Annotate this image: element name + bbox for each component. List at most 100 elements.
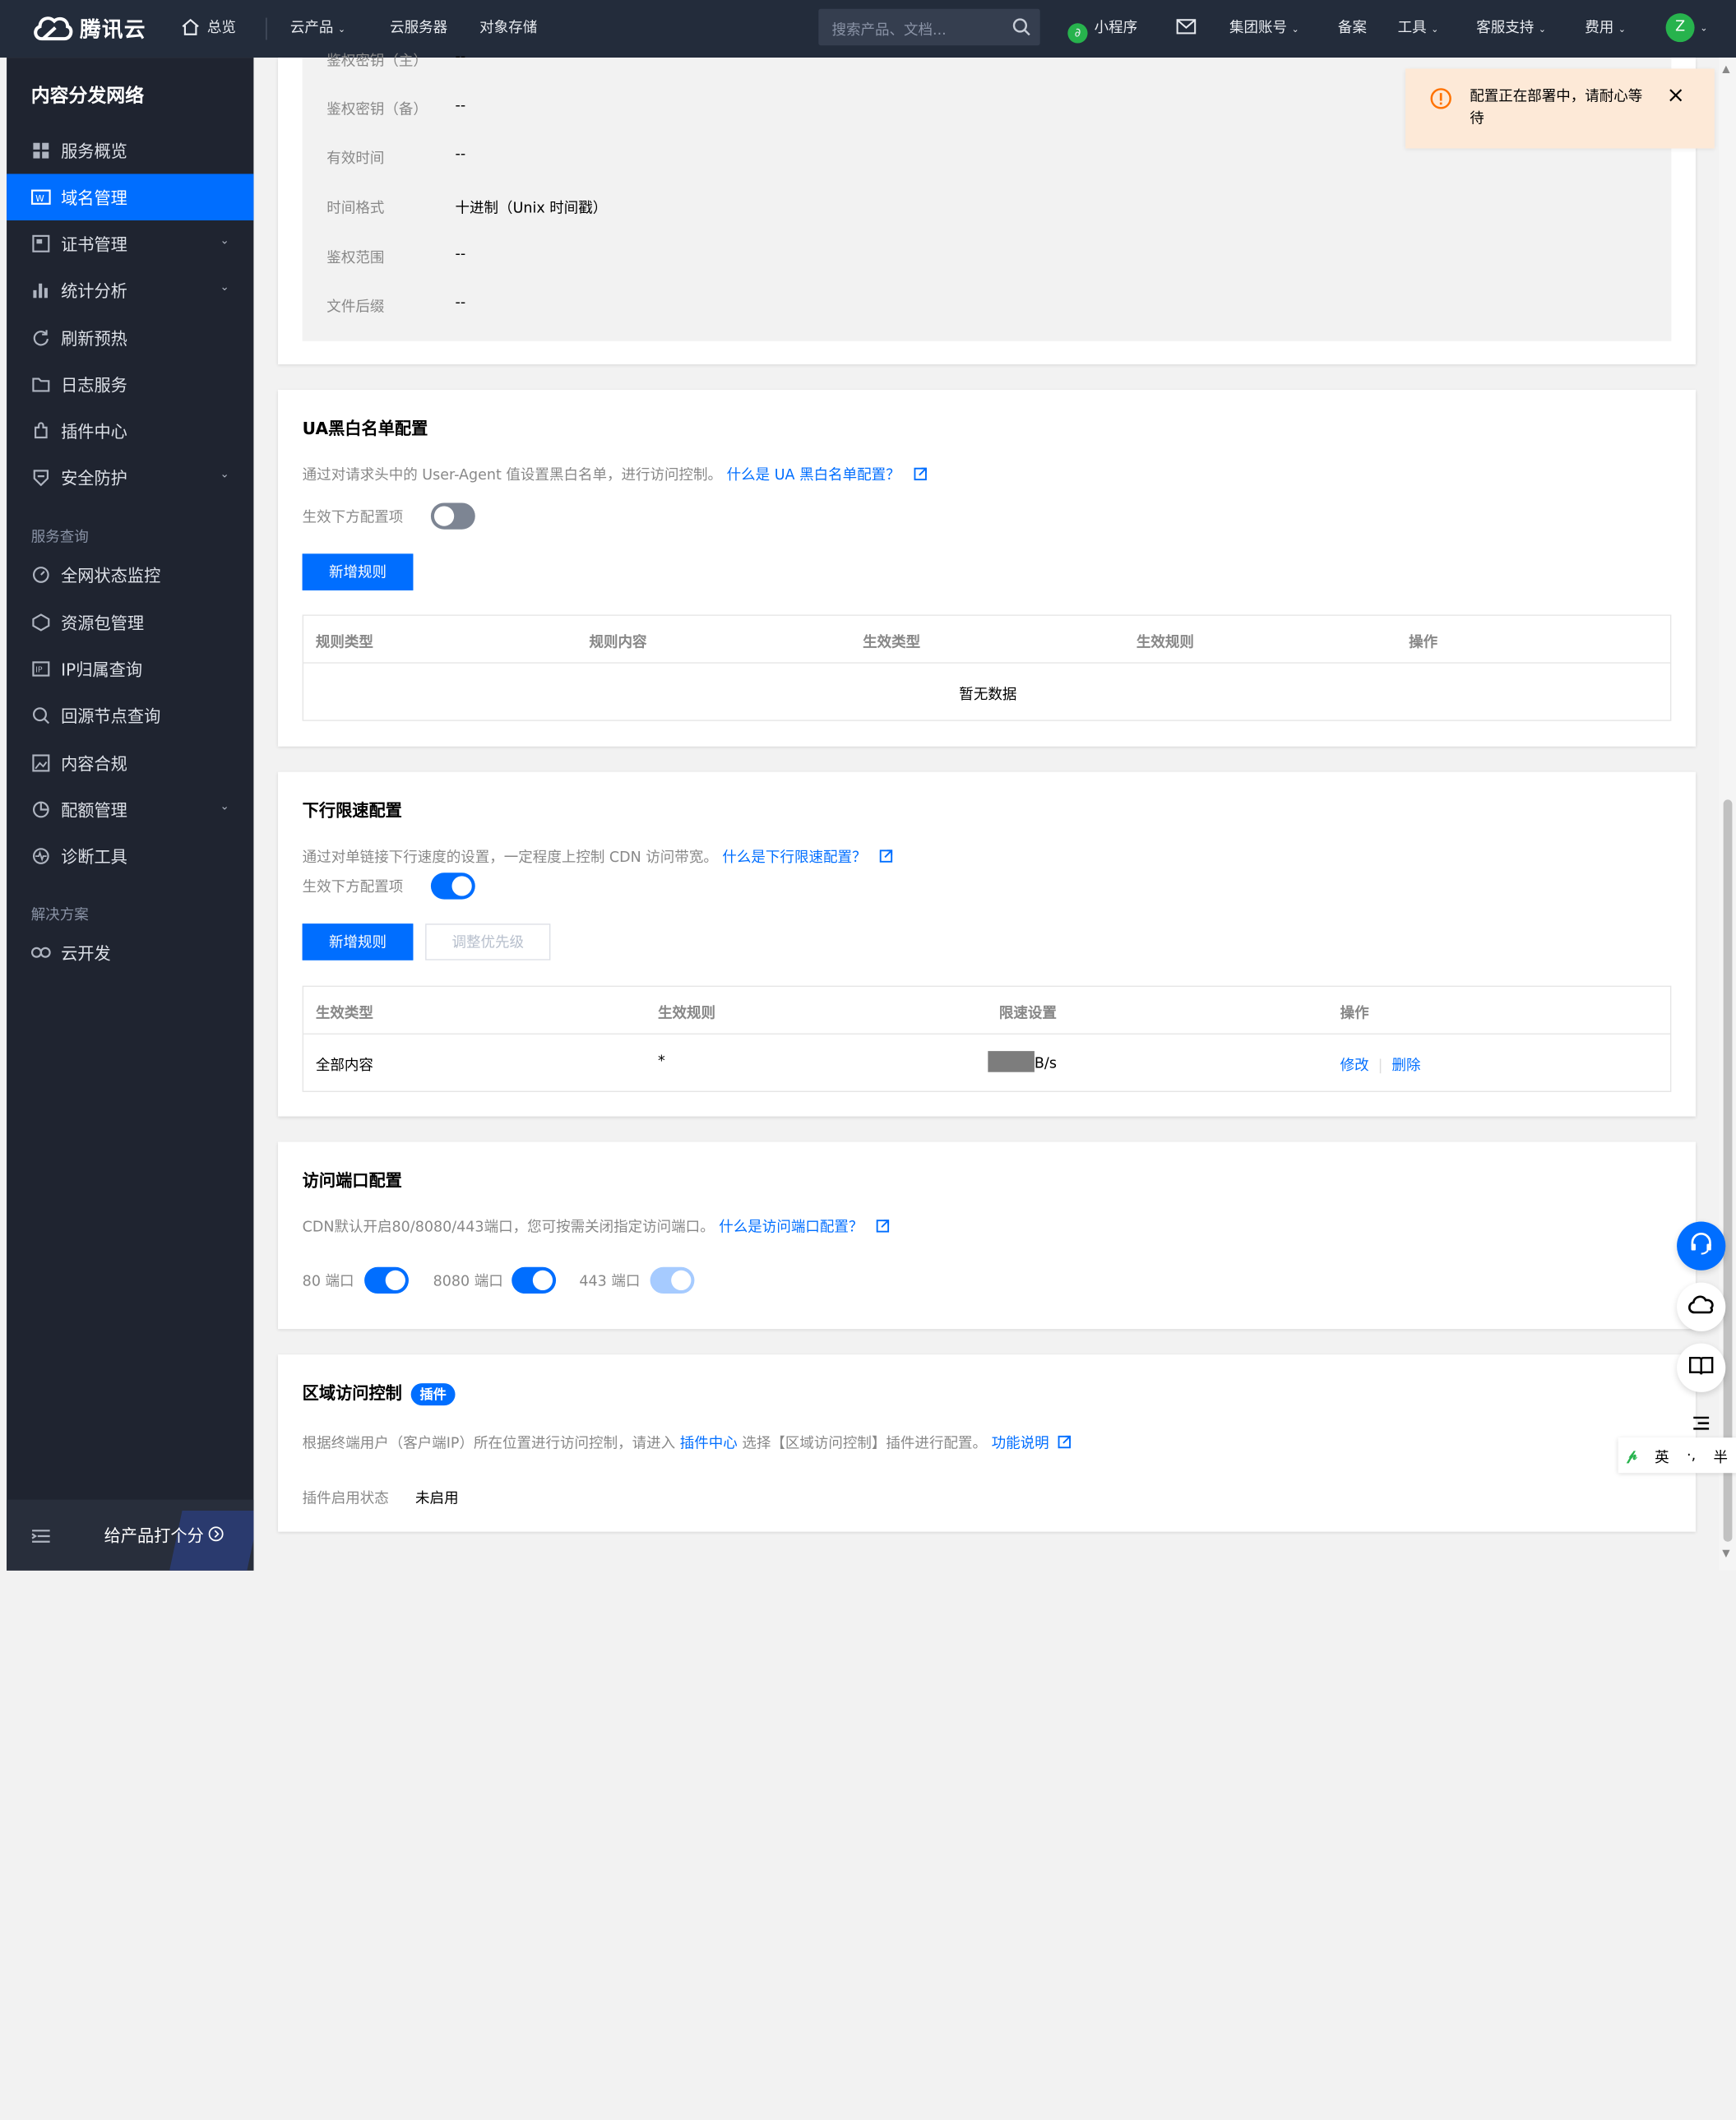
scroll-down-arrow-icon[interactable]: ▼: [1722, 1548, 1729, 1559]
nav-cos[interactable]: 对象存储: [479, 0, 537, 58]
ime-lang[interactable]: 英: [1655, 1445, 1669, 1465]
nav-products-label: 云产品: [289, 20, 334, 37]
speed-add-rule-button[interactable]: 新增规则: [302, 923, 414, 960]
port-80-toggle[interactable]: [364, 1266, 409, 1294]
domain-icon: W: [30, 187, 51, 207]
docs-button[interactable]: [1677, 1343, 1726, 1392]
nav-support[interactable]: 客服支持 ⌄: [1476, 0, 1546, 58]
sidebar-item-diagnose[interactable]: 诊断工具: [7, 833, 253, 880]
sidebar-item-quota[interactable]: 配额管理 ⌄: [7, 786, 253, 833]
search-input[interactable]: 搜索产品、文档...: [831, 18, 946, 39]
miniprogram-icon: ∂: [1067, 23, 1088, 44]
chevron-down-icon: ⌄: [220, 800, 229, 813]
sidebar-item-package[interactable]: 资源包管理: [7, 599, 253, 646]
port-8080-toggle[interactable]: [512, 1266, 557, 1294]
auth-key-primary-value: --: [455, 49, 466, 66]
actions-cell: 修改 | 删除: [1340, 1053, 1421, 1074]
avatar[interactable]: Z: [1665, 13, 1695, 43]
sidebar-item-overview[interactable]: 服务概览: [7, 127, 253, 174]
plugin-badge: 插件: [410, 1382, 456, 1405]
delete-link[interactable]: 删除: [1392, 1058, 1421, 1074]
valid-time-label: 有效时间: [326, 150, 385, 168]
warning-icon: [1430, 87, 1452, 113]
nav-overview[interactable]: 总览: [181, 0, 236, 58]
adjust-priority-button[interactable]: 调整优先级: [425, 923, 551, 960]
sidebar-item-domain[interactable]: W 域名管理: [7, 174, 254, 221]
speed-limit-card: 下行限速配置 通过对单链接下行速度的设置，一定程度上控制 CDN 访问带宽。 什…: [278, 771, 1696, 1117]
customer-service-button[interactable]: [1677, 1221, 1726, 1271]
external-link-icon[interactable]: [914, 467, 927, 485]
sidebar-item-statistics[interactable]: 统计分析 ⌄: [7, 267, 253, 314]
speed-rules-table: 生效类型 生效规则 限速设置 操作 全部内容 * B/s 修改 | 删除: [302, 985, 1672, 1092]
sidebar-item-ip[interactable]: IP IP归属查询: [7, 646, 253, 692]
sidebar-item-monitor[interactable]: 全网状态监控: [7, 552, 253, 599]
chevron-down-icon: ⌄: [220, 234, 229, 248]
sidebar-item-plugins[interactable]: 插件中心: [7, 408, 253, 455]
quota-icon: [31, 799, 51, 819]
bar-chart-icon: [31, 280, 51, 300]
book-icon: [1688, 1354, 1715, 1381]
sidebar-item-label: 云开发: [61, 942, 111, 964]
table-row: 全部内容 * B/s 修改 | 删除: [303, 1035, 1670, 1091]
ime-punct[interactable]: ·,: [1687, 1447, 1696, 1464]
chevron-down-icon: ⌄: [1618, 24, 1626, 35]
tencent-cloud-logo[interactable]: 腾讯云: [31, 12, 146, 44]
port-description: CDN默认开启80/8080/443端口，您可按需关闭指定访问端口。 什么是访问…: [303, 1215, 890, 1236]
plugin-center-link[interactable]: 插件中心: [680, 1435, 738, 1451]
table-empty-row: 暂无数据: [303, 664, 1670, 720]
scrollbar[interactable]: ▲ ▼: [1719, 58, 1736, 1571]
sidebar-item-security[interactable]: 安全防护 ⌄: [7, 454, 253, 501]
sidebar-item-certificate[interactable]: 证书管理 ⌄: [7, 220, 253, 267]
nav-miniprogram[interactable]: ∂ 小程序: [1067, 0, 1137, 58]
edit-link[interactable]: 修改: [1340, 1058, 1369, 1074]
search-box[interactable]: 搜索产品、文档...: [818, 8, 1040, 46]
search-icon[interactable]: [1012, 18, 1031, 41]
cloud-assistant-button[interactable]: [1677, 1282, 1726, 1331]
column-header: 生效类型: [315, 1005, 373, 1023]
certificate-icon: [31, 234, 51, 253]
ua-help-link[interactable]: 什么是 UA 黑白名单配置？: [727, 467, 900, 484]
speed-description: 通过对单链接下行速度的设置，一定程度上控制 CDN 访问带宽。 什么是下行限速配…: [303, 845, 893, 867]
chevron-down-icon: ⌄: [220, 281, 229, 294]
sidebar-footer: 给产品打个分: [7, 1499, 254, 1571]
scroll-up-arrow-icon[interactable]: ▲: [1722, 64, 1729, 75]
chevron-down-icon: ⌄: [1431, 24, 1439, 35]
sidebar-item-refresh[interactable]: 刷新预热: [7, 314, 253, 361]
sidebar-item-compliance[interactable]: 内容合规: [7, 740, 253, 787]
nav-group-account[interactable]: 集团账号 ⌄: [1229, 0, 1299, 58]
nav-tools-label: 工具: [1397, 20, 1427, 37]
nav-billing[interactable]: 费用 ⌄: [1585, 0, 1626, 58]
empty-text: 暂无数据: [959, 687, 1017, 704]
speed-desc-text: 通过对单链接下行速度的设置，一定程度上控制 CDN 访问带宽。: [302, 849, 718, 867]
speed-help-link[interactable]: 什么是下行限速配置？: [722, 849, 866, 866]
ua-rules-table: 规则类型 规则内容 生效类型 生效规则 操作 暂无数据: [302, 614, 1672, 721]
speed-enable-toggle[interactable]: [430, 873, 475, 900]
port-help-link[interactable]: 什么是访问端口配置？: [719, 1220, 863, 1236]
chevron-down-icon[interactable]: ⌄: [1700, 0, 1707, 58]
rate-product-button[interactable]: 给产品打个分: [104, 1524, 224, 1547]
sidebar-item-origin-node[interactable]: 回源节点查询: [7, 692, 253, 739]
sidebar-item-cloudbase[interactable]: 云开发: [7, 929, 253, 976]
feature-doc-link[interactable]: 功能说明: [992, 1435, 1049, 1451]
table-header: 规则类型 规则内容 生效类型 生效规则 操作: [303, 616, 1670, 664]
ua-add-rule-button[interactable]: 新增规则: [302, 553, 414, 590]
external-link-icon[interactable]: [1058, 1435, 1072, 1453]
ime-width[interactable]: 半: [1714, 1445, 1729, 1465]
mail-icon[interactable]: [1176, 0, 1197, 58]
collapse-menu-icon[interactable]: [31, 1527, 51, 1548]
region-description: 根据终端用户（客户端IP）所在位置进行访问控制，请进入 插件中心 选择【区域访问…: [303, 1431, 1072, 1452]
ua-enable-toggle[interactable]: [430, 502, 475, 530]
column-header: 限速设置: [998, 1005, 1057, 1023]
port-443-toggle: [650, 1266, 695, 1294]
close-icon[interactable]: [1668, 86, 1683, 108]
port-80-label: 80 端口: [302, 1273, 354, 1291]
ime-logo-icon[interactable]: 𝓅: [1627, 1447, 1636, 1464]
nav-beian[interactable]: 备案: [1338, 0, 1367, 58]
external-link-icon[interactable]: [880, 849, 893, 867]
sidebar-item-label: 资源包管理: [61, 613, 145, 633]
sidebar-item-logs[interactable]: 日志服务: [7, 361, 253, 408]
folder-icon: [31, 374, 51, 394]
auth-key-primary-label: 鉴权密钥（主）: [326, 53, 428, 70]
external-link-icon[interactable]: [877, 1219, 890, 1237]
nav-tools[interactable]: 工具 ⌄: [1398, 0, 1439, 58]
